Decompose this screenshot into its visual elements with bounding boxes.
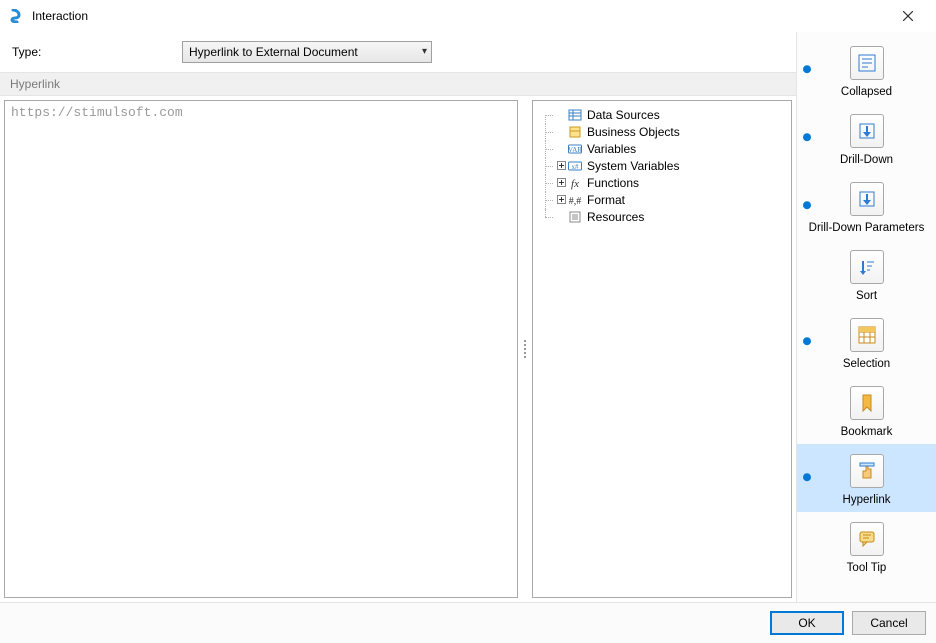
tree-item-label: Format [587,193,625,207]
variable-icon: VAR [567,141,583,157]
svg-text:x#: x# [572,163,580,171]
selection-icon [850,318,884,352]
tree-item-label: Business Objects [587,125,680,139]
hyperlink-editor[interactable]: https://stimulsoft.com [4,100,518,598]
expand-icon[interactable] [555,161,567,172]
sysvariable-icon: x# [567,158,583,174]
sort-icon [850,250,884,284]
tree-item-label: Variables [587,142,636,156]
expand-icon[interactable] [555,195,567,206]
drillparams-icon [850,182,884,216]
category-collapsed[interactable]: Collapsed [797,36,936,104]
tree-item[interactable]: x# System Variables [537,158,787,175]
tree-item[interactable]: #,# Format [537,192,787,209]
category-sort[interactable]: Sort [797,240,936,308]
indicator-dot-icon [803,473,811,481]
dictionary-tree[interactable]: Data Sources Business Objects VAR Variables… [532,100,792,598]
category-hyperlink[interactable]: Hyperlink [797,444,936,512]
category-label: Hyperlink [843,494,891,506]
indicator-dot-icon [803,201,811,209]
format-icon: #,# [567,192,583,208]
category-rail[interactable]: Collapsed Drill-Down Drill-Down Parameters… [796,32,936,602]
type-row: Type: Hyperlink to External Document ▾ [0,32,796,72]
category-drill-down-parameters[interactable]: Drill-Down Parameters [797,172,936,240]
window-title: Interaction [32,9,886,23]
tree-item[interactable]: VAR Variables [537,141,787,158]
category-label: Bookmark [841,426,893,438]
chevron-down-icon: ▾ [422,46,427,57]
category-label: Collapsed [841,86,892,98]
main-column: Type: Hyperlink to External Document ▾ H… [0,32,796,602]
category-label: Drill-Down Parameters [809,222,925,234]
category-selection[interactable]: Selection [797,308,936,376]
indicator-dot-icon [803,133,811,141]
indicator-dot-icon [803,337,811,345]
category-label: Selection [843,358,890,370]
tree-item-label: Functions [587,176,639,190]
category-bookmark[interactable]: Bookmark [797,376,936,444]
datasource-icon [567,107,583,123]
splitter-grip-icon [524,340,526,358]
drilldown-icon [850,114,884,148]
type-select-value: Hyperlink to External Document [189,45,358,59]
ok-button[interactable]: OK [770,611,844,635]
category-drill-down[interactable]: Drill-Down [797,104,936,172]
svg-text:VAR: VAR [568,146,582,154]
tree-item[interactable]: Resources [537,209,787,226]
tree-item[interactable]: fx Functions [537,175,787,192]
body: Type: Hyperlink to External Document ▾ H… [0,32,936,602]
bookmark-icon [850,386,884,420]
category-label: Sort [856,290,877,302]
section-header: Hyperlink [0,72,796,96]
close-button[interactable] [886,2,930,30]
tooltip-icon [850,522,884,556]
svg-text:fx: fx [571,178,579,190]
tree-item[interactable]: Data Sources [537,107,787,124]
hyperlink-icon [850,454,884,488]
interaction-dialog: Interaction Type: Hyperlink to External … [0,0,936,643]
collapsed-icon [850,46,884,80]
svg-text:#,#: #,# [569,196,582,207]
footer: OK Cancel [0,602,936,643]
close-icon [903,11,913,21]
bizobject-icon [567,124,583,140]
tree-item-label: Data Sources [587,108,660,122]
app-icon [8,8,24,24]
indicator-dot-icon [803,65,811,73]
function-icon: fx [567,175,583,191]
type-select[interactable]: Hyperlink to External Document ▾ [182,41,432,63]
category-tool-tip[interactable]: Tool Tip [797,512,936,580]
tree-item-label: Resources [587,210,644,224]
type-label: Type: [12,45,182,59]
tree-item-label: System Variables [587,159,679,173]
category-label: Drill-Down [840,154,893,166]
editor-row: https://stimulsoft.com Data Sources Busin… [0,96,796,602]
splitter[interactable] [522,100,528,598]
category-label: Tool Tip [847,562,887,574]
cancel-button[interactable]: Cancel [852,611,926,635]
expand-icon[interactable] [555,178,567,189]
titlebar: Interaction [0,0,936,32]
resources-icon [567,209,583,225]
tree-item[interactable]: Business Objects [537,124,787,141]
